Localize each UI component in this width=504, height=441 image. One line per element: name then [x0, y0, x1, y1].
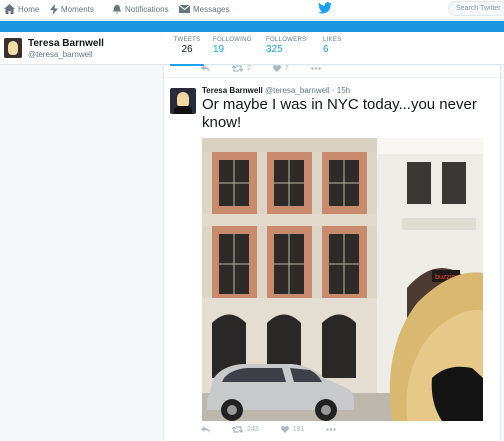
stat-tweets-value: 26 [181, 44, 193, 55]
top-navigation: Home Moments Notifications Messages Sear… [0, 0, 504, 20]
more-button[interactable] [326, 428, 337, 431]
nav-home[interactable]: Home [4, 0, 39, 18]
stat-following-value: 19 [213, 44, 225, 55]
tweet-actions: 243 181 [201, 426, 358, 433]
retweet-icon [232, 426, 243, 433]
profile-banner [0, 21, 504, 32]
retweet-icon [232, 65, 243, 72]
reply-button[interactable] [201, 65, 210, 72]
stat-followers-value: 325 [266, 44, 283, 55]
reply-icon [201, 426, 210, 433]
profile-avatar[interactable] [4, 38, 22, 58]
stat-tweets-label: TWEETS [173, 37, 201, 43]
stat-following[interactable]: FOLLOWING 19 [213, 37, 252, 55]
retweet-button[interactable]: 2 [232, 65, 251, 72]
profile-handle: @teresa_barnwell [28, 50, 93, 59]
like-button[interactable]: 181 [280, 426, 305, 433]
search-input[interactable]: Search Twitter [448, 1, 504, 16]
stat-following-label: FOLLOWING [213, 37, 252, 43]
more-dots-icon [311, 67, 321, 70]
home-icon [4, 4, 15, 14]
stat-likes-label: LIKES [323, 37, 342, 43]
profile-bar: Teresa Barnwell @teresa_barnwell TWEETS … [0, 32, 504, 66]
retweet-count: 2 [247, 65, 251, 72]
tweet-time[interactable]: 15h [337, 86, 350, 95]
twitter-bird-icon[interactable] [318, 2, 332, 14]
reply-icon [201, 65, 210, 72]
tweet-text: Or maybe I was in NYC today...you never … [202, 96, 477, 131]
like-count: 181 [292, 426, 305, 433]
stat-followers[interactable]: FOLLOWERS 325 [266, 37, 306, 55]
nav-messages-label: Messages [193, 4, 230, 14]
stat-likes[interactable]: LIKES 6 [323, 37, 342, 55]
nav-notifications-label: Notifications [125, 4, 169, 14]
more-button[interactable] [311, 67, 321, 70]
heart-icon [280, 426, 289, 433]
search-placeholder: Search Twitter [456, 5, 501, 12]
reply-button[interactable] [201, 426, 210, 433]
retweet-count: 243 [247, 426, 259, 433]
lightning-icon [50, 3, 58, 15]
envelope-icon [179, 5, 190, 13]
more-dots-icon [326, 428, 337, 431]
tweet-header: Teresa Barnwell @teresa_barnwell · 15h [202, 86, 350, 95]
tweet-divider [164, 77, 500, 78]
nav-home-label: Home [18, 4, 40, 14]
timeline: 2 7 Teresa Barnwell @teresa_barnwell · 1… [163, 65, 501, 441]
like-button[interactable]: 7 [273, 65, 289, 72]
stat-followers-label: FOLLOWERS [266, 37, 307, 43]
bell-icon [113, 5, 121, 14]
stat-tweets[interactable]: TWEETS 26 [170, 37, 204, 66]
prev-tweet-actions: 2 7 [201, 65, 343, 72]
nav-messages[interactable]: Messages [179, 0, 229, 18]
tweet-photo[interactable]: buzzini [202, 138, 483, 421]
tweet-avatar[interactable] [170, 88, 196, 114]
tweet-author-name[interactable]: Teresa Barnwell [202, 86, 263, 95]
building-photo: buzzini [202, 138, 483, 421]
profile-name[interactable]: Teresa Barnwell [28, 38, 104, 49]
tweet-author-handle[interactable]: @teresa_barnwell [265, 86, 330, 95]
nav-moments[interactable]: Moments [50, 0, 94, 18]
retweet-button[interactable]: 243 [232, 426, 259, 433]
heart-icon [273, 65, 281, 72]
nav-notifications[interactable]: Notifications [112, 0, 169, 18]
nav-moments-label: Moments [61, 4, 94, 14]
like-count: 7 [284, 65, 289, 72]
stat-likes-value: 6 [323, 44, 329, 55]
